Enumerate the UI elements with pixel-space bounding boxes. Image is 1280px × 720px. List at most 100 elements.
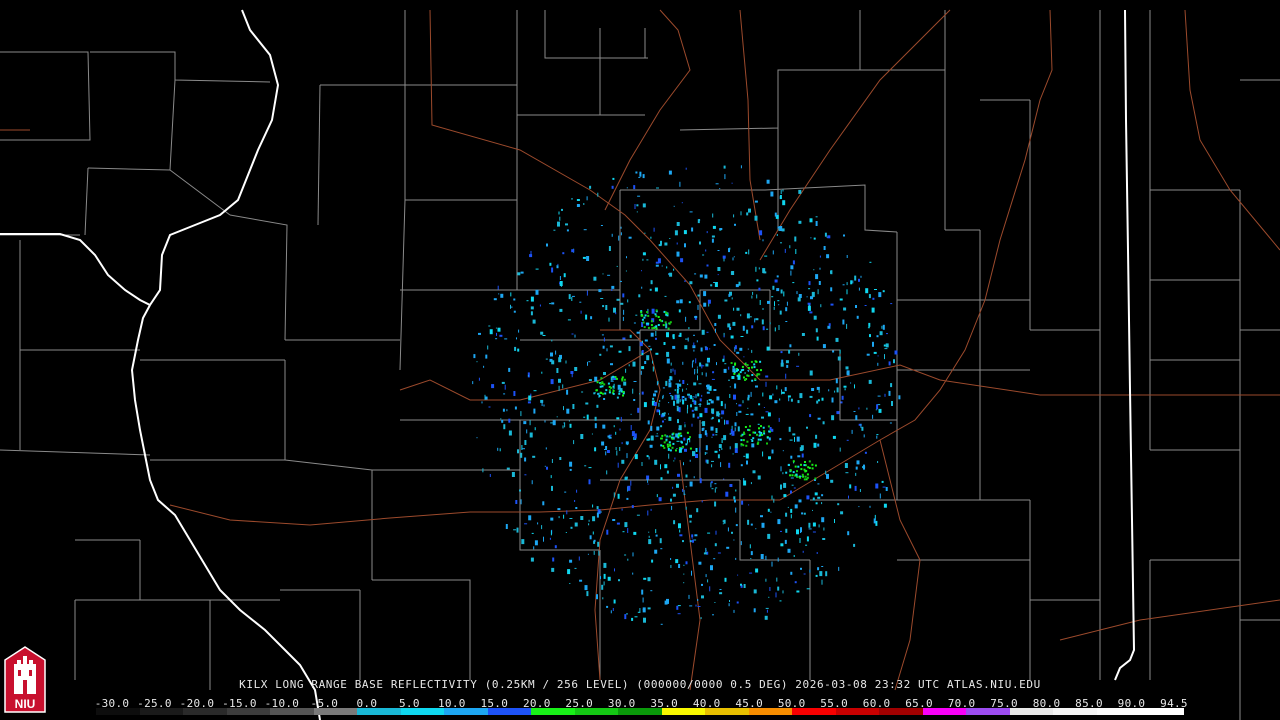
echo-pixel bbox=[734, 345, 737, 350]
echo-pixel bbox=[704, 430, 707, 436]
echo-pixel bbox=[724, 299, 728, 302]
echo-pixel bbox=[717, 274, 719, 276]
echo-pixel bbox=[822, 538, 826, 540]
echo-pixel bbox=[673, 460, 675, 462]
echo-pixel bbox=[650, 508, 652, 511]
echo-pixel bbox=[516, 527, 519, 533]
echo-pixel bbox=[594, 416, 597, 421]
echo-pixel bbox=[693, 400, 696, 405]
echo-pixel bbox=[606, 348, 608, 352]
echo-pixel bbox=[804, 461, 806, 463]
echo-pixel bbox=[527, 375, 529, 377]
echo-pixel bbox=[767, 533, 771, 539]
echo-pixel bbox=[751, 349, 753, 353]
echo-pixel bbox=[728, 366, 730, 370]
echo-pixel bbox=[551, 485, 553, 491]
echo-pixel bbox=[668, 402, 670, 404]
echo-pixel bbox=[601, 385, 604, 388]
echo-pixel bbox=[684, 280, 686, 282]
echo-pixel bbox=[873, 351, 877, 354]
echo-pixel bbox=[721, 410, 725, 415]
echo-pixel bbox=[643, 316, 646, 319]
echo-pixel bbox=[766, 328, 769, 330]
echo-pixel bbox=[654, 549, 658, 554]
echo-pixel bbox=[734, 427, 736, 432]
echo-pixel bbox=[667, 447, 670, 451]
echo-pixel bbox=[733, 214, 735, 218]
colorbar-swatch bbox=[139, 708, 184, 715]
echo-pixel bbox=[644, 339, 648, 342]
colorbar-swatch bbox=[1053, 708, 1097, 715]
echo-pixel bbox=[767, 300, 770, 304]
echo-pixel bbox=[602, 392, 604, 395]
echo-pixel bbox=[776, 577, 778, 582]
echo-pixel bbox=[787, 395, 791, 398]
echo-pixel bbox=[504, 384, 506, 390]
echo-pixel bbox=[740, 369, 743, 372]
echo-pixel bbox=[641, 270, 642, 272]
echo-pixel bbox=[725, 420, 729, 425]
echo-pixel bbox=[806, 473, 809, 476]
echo-pixel bbox=[882, 290, 885, 293]
echo-pixel bbox=[734, 422, 737, 427]
echo-pixel bbox=[596, 506, 599, 510]
echo-pixel bbox=[651, 327, 654, 330]
echo-pixel bbox=[519, 489, 521, 492]
echo-pixel bbox=[790, 571, 793, 575]
echo-pixel bbox=[652, 360, 653, 364]
echo-pixel bbox=[574, 500, 576, 502]
echo-pixel bbox=[751, 379, 754, 382]
echo-pixel bbox=[689, 481, 693, 487]
echo-pixel bbox=[676, 394, 680, 399]
echo-pixel bbox=[737, 574, 739, 576]
echo-pixel bbox=[694, 406, 698, 411]
echo-pixel bbox=[638, 294, 641, 298]
echo-pixel bbox=[698, 434, 702, 439]
echo-pixel bbox=[827, 325, 831, 329]
echo-pixel bbox=[740, 541, 742, 546]
echo-pixel bbox=[855, 415, 858, 421]
echo-pixel bbox=[886, 333, 888, 335]
echo-pixel bbox=[549, 262, 552, 266]
echo-pixel bbox=[815, 221, 818, 226]
echo-pixel bbox=[556, 368, 559, 373]
echo-pixel bbox=[601, 584, 604, 590]
echo-pixel bbox=[650, 324, 653, 327]
echo-pixel bbox=[674, 457, 676, 460]
echo-pixel bbox=[672, 345, 676, 349]
echo-pixel bbox=[521, 539, 525, 545]
echo-pixel bbox=[816, 552, 818, 554]
echo-pixel bbox=[608, 246, 611, 251]
echo-pixel bbox=[576, 489, 578, 493]
echo-pixel bbox=[575, 507, 578, 509]
colorbar-swatch bbox=[270, 708, 314, 715]
echo-pixel bbox=[557, 221, 560, 227]
echo-pixel bbox=[809, 311, 813, 314]
echo-pixel bbox=[720, 462, 722, 468]
echo-pixel bbox=[563, 406, 564, 411]
echo-pixel bbox=[699, 274, 703, 278]
echo-pixel bbox=[762, 451, 764, 457]
echo-pixel bbox=[615, 447, 617, 450]
echo-pixel bbox=[781, 391, 785, 394]
echo-pixel bbox=[633, 399, 636, 401]
echo-pixel bbox=[743, 356, 745, 358]
echo-pixel bbox=[756, 294, 758, 299]
echo-pixel bbox=[511, 472, 515, 477]
echo-pixel bbox=[616, 522, 620, 525]
echo-pixel bbox=[603, 562, 607, 568]
echo-pixel bbox=[602, 273, 604, 275]
echo-pixel bbox=[659, 538, 662, 544]
echo-pixel bbox=[565, 360, 567, 364]
echo-pixel bbox=[747, 519, 750, 525]
echo-pixel bbox=[841, 395, 844, 400]
echo-pixel bbox=[854, 485, 857, 491]
echo-pixel bbox=[588, 523, 590, 526]
echo-pixel bbox=[517, 449, 519, 454]
echo-pixel bbox=[869, 261, 872, 263]
echo-pixel bbox=[877, 355, 879, 357]
echo-pixel bbox=[583, 229, 587, 231]
echo-pixel bbox=[770, 191, 774, 197]
echo-pixel bbox=[543, 404, 545, 407]
echo-pixel bbox=[656, 187, 659, 189]
